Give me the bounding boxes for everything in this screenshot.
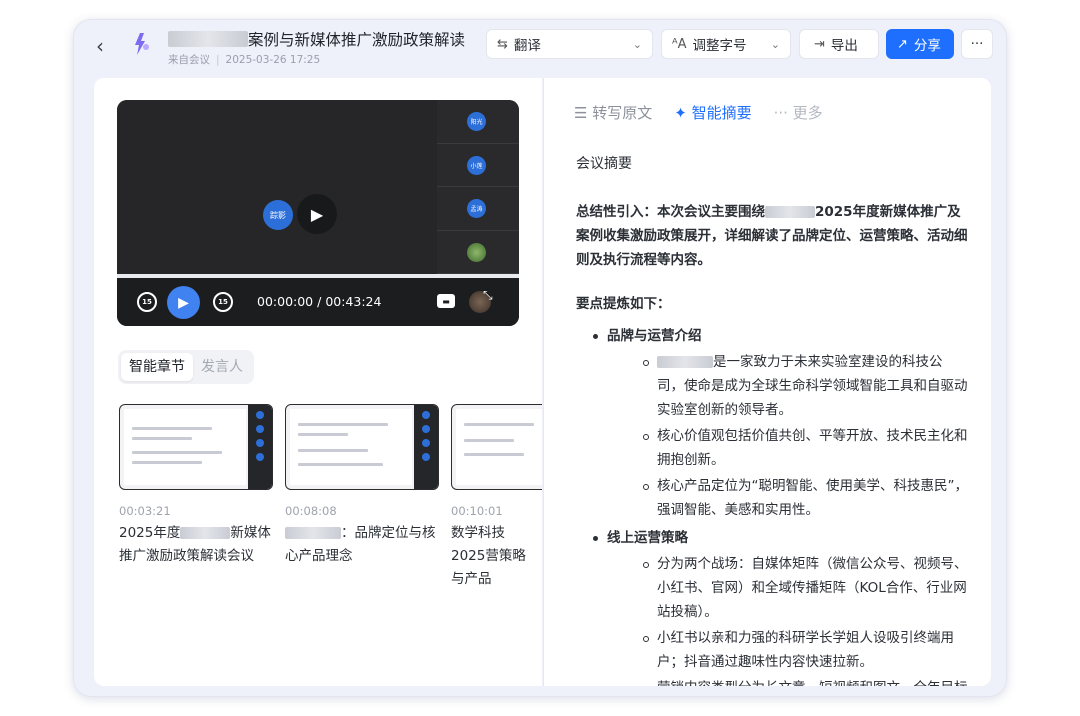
translate-icon: ⇆ [497,36,508,52]
fullscreen-icon[interactable]: ⤡ [483,288,493,303]
meeting-source: 来自会议 [168,54,210,66]
summary-intro: 总结性引入：本次会议主要围绕 2025年度新媒体推广及案例收集激励政策展开，详细解… [576,204,968,268]
share-label: 分享 [913,38,941,54]
tab-smart-chapters[interactable]: 智能章节 [121,353,193,381]
export-icon: ⇥ [814,36,825,52]
participant-thumb: 阳光 [437,100,519,144]
video-controls: 15 ▶ 15 00:00:00 / 00:43:24 ▬ ⤡ [117,278,519,326]
participant-thumb: 小莲 [437,143,519,187]
list-item: 核心产品定位为“聪明智能、使用美学、科技惠民”，强调智能、美感和实用性。 [607,474,968,522]
sparkle-icon: ✦ [674,104,692,122]
list-item: 是一家致力于未来实验室建设的科技公司，使命是成为全球生命科学领域智能工具和自驱动… [607,350,968,422]
play-icon[interactable]: ▶ [297,194,337,234]
summary-heading: 会议摘要 [576,156,632,172]
translate-label: 翻译 [513,38,541,54]
meeting-datetime: 2025-03-26 17:25 [225,54,321,66]
list-item: 小红书以亲和力强的科研学长学姐人设吸引终端用户；抖音通过趣味性内容快速拉新。 [607,626,968,674]
points-list: 品牌与运营介绍 是一家致力于未来实验室建设的科技公司，使命是成为全球生命科学领域… [576,324,968,686]
left-panel: 踪影 ▶ 阳光 小莲 孟涛 15 ▶ 15 00:00:00 / 00:43:2… [94,78,542,686]
participant-avatar [467,242,486,262]
font-size-select[interactable]: ᴬA 调整字号 ⌄ [661,29,791,59]
tab-transcript[interactable]: ☰ 转写原文 [574,102,652,123]
chapter-card[interactable]: 00:08:08 ：品牌定位与核心产品理念 [285,404,439,568]
chapter-card[interactable]: 00:10:01 数学科技2025营策略与产品 [451,404,542,591]
more-icon: ··· [773,104,793,122]
translate-select[interactable]: ⇆ 翻译 ⌄ [486,29,653,59]
back-icon[interactable]: ‹ [96,34,104,58]
play-icon[interactable]: ▶ [167,286,200,319]
participant-thumbnails: 阳光 小莲 孟涛 [437,100,519,274]
more-icon: ··· [970,36,984,52]
list-item: 线上运营策略 分为两个战场：自媒体矩阵（微信公众号、视频号、小红书、官网）和全域… [576,526,968,686]
meeting-title: 案例与新媒体推广激励政策解读 [248,31,466,49]
subtitles-icon[interactable]: ▬ [437,294,455,308]
list-item: 分为两个战场：自媒体矩阵（微信公众号、视频号、小红书、官网）和全域传播矩阵（KO… [607,552,968,624]
chapter-time: 00:08:08 [285,504,337,518]
tab-more[interactable]: ··· 更多 [774,102,823,123]
chapter-title: 数学科技2025营策略与产品 [451,525,526,587]
font-size-icon: ᴬA [672,36,687,52]
skip-back-icon[interactable]: 15 [137,292,157,312]
participant-thumb: 孟涛 [437,187,519,231]
tab-smart-summary[interactable]: ✦ 智能摘要 [674,102,751,123]
total-time: 00:43:24 [325,294,382,309]
participant-avatar: 小莲 [467,155,486,175]
current-time: 00:00:00 [257,294,314,309]
participant-thumb [437,230,519,274]
video-player[interactable]: 踪影 ▶ 阳光 小莲 孟涛 15 ▶ 15 00:00:00 / 00:43:2… [117,100,519,326]
title-bar: ‹ 案例与新媒体推广激励政策解读 来自会议 | 2025-03-26 17:25 ⇆… [74,20,1006,72]
transcript-icon: ☰ [574,104,593,122]
chapter-time: 00:10:01 [451,504,503,518]
chevron-down-icon: ⌄ [632,37,642,51]
chapter-title: ：品牌定位与核心产品理念 [285,525,436,564]
redacted-text [168,31,248,47]
chevron-down-icon: ⌄ [770,37,780,51]
list-item: 营销内容类型分为长文章、短视频和图文，全年目标为提升品牌知名度和打造明星产品全域… [607,676,968,686]
share-icon: ↗ [897,36,908,52]
left-tabs: 智能章节 发言人 [118,350,254,384]
chapter-thumbnail [451,404,542,490]
points-heading: 要点提炼如下： [576,296,671,312]
chapter-thumbnail [119,404,273,490]
chapter-title: 2025年度 新媒体推广激励政策解读会议 [119,525,271,564]
video-main: 踪影 ▶ [117,100,437,274]
font-size-label: 调整字号 [692,38,747,54]
right-panel: ☰ 转写原文 ✦ 智能摘要 ··· 更多 会议摘要 总结性引入：本次会议主要围绕… [543,78,991,686]
participant-avatar: 阳光 [467,112,486,131]
app-window: ‹ 案例与新媒体推广激励政策解读 来自会议 | 2025-03-26 17:25 ⇆… [73,19,1007,697]
list-item: 核心价值观包括价值共创、平等开放、技术民主化和拥抱创新。 [607,424,968,472]
more-button[interactable]: ··· [961,29,993,59]
meeting-meta: 来自会议 | 2025-03-26 17:25 [168,54,321,66]
share-button[interactable]: ↗ 分享 [886,29,954,59]
chapter-card[interactable]: 00:03:21 2025年度 新媒体推广激励政策解读会议 [119,404,273,568]
right-tabs: ☰ 转写原文 ✦ 智能摘要 ··· 更多 [574,102,823,123]
app-logo-icon [135,33,149,55]
time-display: 00:00:00 / 00:43:24 [257,294,382,309]
tab-speakers[interactable]: 发言人 [193,353,251,381]
chapter-thumbnail [285,404,439,490]
skip-forward-icon[interactable]: 15 [213,292,233,312]
export-button[interactable]: ⇥ 导出 [799,29,879,59]
participant-avatar: 踪影 [263,200,293,230]
summary-content: 会议摘要 总结性引入：本次会议主要围绕 2025年度新媒体推广及案例收集激励政策展… [576,152,968,686]
participant-avatar: 孟涛 [467,199,486,218]
title-block: 案例与新媒体推广激励政策解读 来自会议 | 2025-03-26 17:25 [168,28,465,67]
chapter-time: 00:03:21 [119,504,171,518]
list-item: 品牌与运营介绍 是一家致力于未来实验室建设的科技公司，使命是成为全球生命科学领域… [576,324,968,522]
export-label: 导出 [830,38,858,54]
